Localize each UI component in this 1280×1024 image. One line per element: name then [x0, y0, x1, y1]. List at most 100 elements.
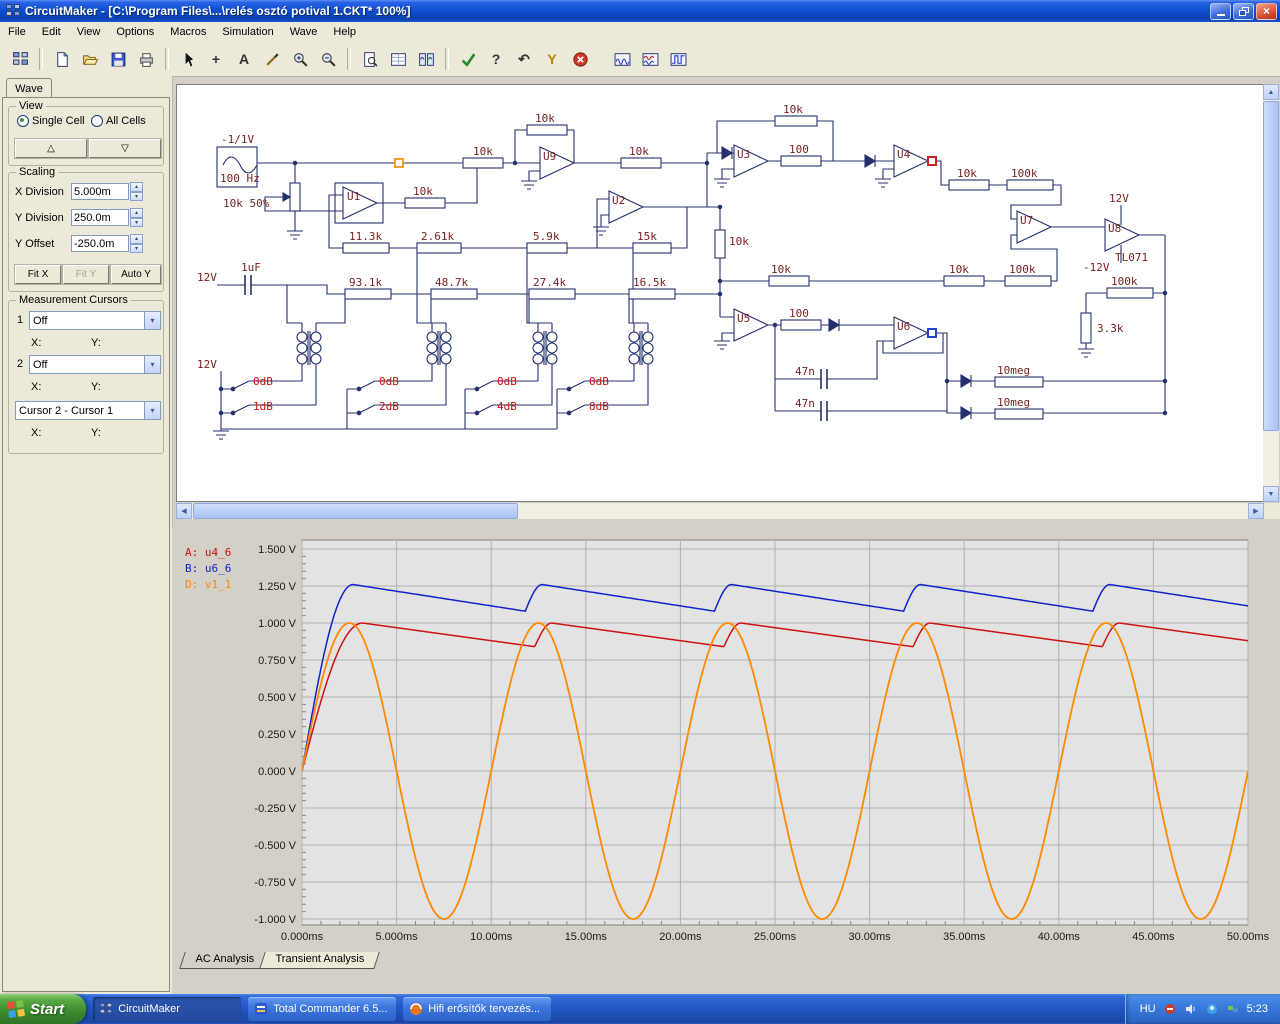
probe-node-d[interactable] [395, 159, 403, 167]
check-schematic-icon[interactable] [455, 46, 481, 72]
clock[interactable]: 5:23 [1247, 1003, 1268, 1015]
schematic-label: 16.5k [633, 276, 666, 289]
stop-simulation-icon[interactable] [567, 46, 593, 72]
x-division-stepper[interactable] [130, 182, 143, 201]
cell-down-button[interactable]: ▽ [89, 139, 161, 158]
spin-down-icon[interactable] [130, 218, 143, 228]
menu-item-help[interactable]: Help [325, 23, 364, 41]
chevron-down-icon[interactable] [144, 312, 160, 329]
cursor-2-select[interactable]: Off [29, 355, 161, 374]
x-division-input[interactable] [71, 183, 129, 200]
restore-button[interactable] [1233, 3, 1254, 20]
legend-series-b[interactable]: B: u6_6 [185, 562, 231, 575]
y-tick-label: 1.000 V [258, 618, 297, 630]
schematic-label: 15k [637, 230, 657, 243]
menu-item-simulation[interactable]: Simulation [214, 23, 281, 41]
y-tick-label: 1.500 V [258, 544, 297, 556]
taskbar-task-circuitmaker[interactable]: CircuitMaker [93, 997, 241, 1021]
scroll-up-icon[interactable]: ▲ [1263, 84, 1279, 100]
menu-item-options[interactable]: Options [108, 23, 162, 41]
data-display-icon[interactable] [385, 46, 411, 72]
y-offset-stepper[interactable] [130, 234, 143, 253]
menu-item-edit[interactable]: Edit [34, 23, 69, 41]
schematic-viewport[interactable]: -1/1V100 Hz10k 50%U110k10k10kU910kU2U310… [176, 84, 1264, 502]
scroll-left-icon[interactable]: ◀ [176, 503, 192, 519]
single-cell-radio[interactable]: Single Cell [17, 115, 85, 127]
wave-panel-tab[interactable]: Wave [6, 78, 52, 98]
spin-up-icon[interactable] [130, 182, 143, 192]
arrow-tool-icon[interactable] [175, 46, 201, 72]
spin-down-icon[interactable] [130, 244, 143, 254]
open-file-icon[interactable] [77, 46, 103, 72]
wire-tool-icon[interactable] [259, 46, 285, 72]
language-indicator[interactable]: HU [1140, 1003, 1156, 1015]
schematic-vertical-scrollbar[interactable]: ▲ ▼ [1263, 84, 1279, 502]
menu-item-file[interactable]: File [0, 23, 34, 41]
y-offset-input[interactable] [71, 235, 129, 252]
menu-item-macros[interactable]: Macros [162, 23, 214, 41]
waveform-plot[interactable]: 1.500 V1.250 V1.000 V0.750 V0.500 V0.250… [172, 528, 1280, 948]
cell-up-button[interactable]: △ [15, 139, 87, 158]
tab-ac-analysis[interactable]: AC Analysis [179, 952, 269, 969]
y-division-stepper[interactable] [130, 208, 143, 227]
multi-trace-scope-icon[interactable] [637, 46, 663, 72]
menu-item-wave[interactable]: Wave [282, 23, 326, 41]
tab-transient-analysis[interactable]: Transient Analysis [259, 952, 379, 969]
spin-down-icon[interactable] [130, 192, 143, 202]
split-view-icon[interactable] [413, 46, 439, 72]
network-icon[interactable] [1226, 1002, 1240, 1016]
y-division-input[interactable] [71, 209, 129, 226]
menu-item-view[interactable]: View [69, 23, 109, 41]
taskbar-task-browser[interactable]: Hifi erősítők tervezés... [403, 997, 551, 1021]
probe-node-a[interactable] [928, 157, 936, 165]
volume-icon[interactable] [1184, 1002, 1198, 1016]
alert-icon[interactable] [1163, 1002, 1177, 1016]
zoom-in-icon[interactable] [287, 46, 313, 72]
scroll-right-icon[interactable]: ▶ [1248, 503, 1264, 519]
horizontal-scroll-thumb[interactable] [193, 503, 518, 519]
auto-y-button[interactable]: Auto Y [111, 265, 161, 284]
probe-y-icon[interactable]: Y [539, 46, 565, 72]
legend-series-d[interactable]: D: v1_1 [185, 578, 231, 591]
schematic-horizontal-scrollbar[interactable]: ◀ ▶ [176, 503, 1264, 519]
all-cells-radio[interactable]: All Cells [91, 115, 146, 127]
start-button[interactable]: Start [0, 994, 86, 1024]
probe-node-b[interactable] [928, 329, 936, 337]
close-button[interactable]: × [1256, 3, 1277, 20]
schematic-canvas[interactable]: -1/1V100 Hz10k 50%U110k10k10kU910kU2U310… [177, 85, 1263, 501]
messenger-icon[interactable] [1205, 1002, 1219, 1016]
print-icon[interactable] [133, 46, 159, 72]
task-label: Total Commander 6.5... [273, 1003, 387, 1015]
chevron-down-icon[interactable] [144, 402, 160, 419]
chevron-down-icon[interactable] [144, 356, 160, 373]
taskbar-task-total-commander[interactable]: Total Commander 6.5... [248, 997, 396, 1021]
vertical-scroll-thumb[interactable] [1263, 101, 1279, 431]
x-tick-label: 50.00ms [1227, 931, 1270, 943]
help-icon[interactable]: ? [483, 46, 509, 72]
cursor-diff-select[interactable]: Cursor 2 - Cursor 1 [15, 401, 161, 420]
digital-scope-icon[interactable] [665, 46, 691, 72]
minimize-button[interactable] [1210, 3, 1231, 20]
spin-up-icon[interactable] [130, 234, 143, 244]
legend-series-a[interactable]: A: u4_6 [185, 546, 231, 559]
reset-simulation-icon[interactable]: ↶ [511, 46, 537, 72]
text-tool-icon[interactable]: A [231, 46, 257, 72]
analog-scope-icon[interactable] [609, 46, 635, 72]
place-part-icon[interactable]: + [203, 46, 229, 72]
close-icon: × [1263, 5, 1270, 17]
netlist-icon[interactable] [357, 46, 383, 72]
y-tick-label: -0.250 V [254, 803, 296, 815]
spin-up-icon[interactable] [130, 208, 143, 218]
parts-browser-icon[interactable] [7, 46, 33, 72]
scroll-down-icon[interactable]: ▼ [1263, 486, 1279, 502]
schematic-label: U5 [737, 312, 750, 325]
cursor-1-select[interactable]: Off [29, 311, 161, 330]
save-file-icon[interactable] [105, 46, 131, 72]
fit-x-button[interactable]: Fit X [15, 265, 61, 284]
title-bar[interactable]: CircuitMaker - [C:\Program Files\...\rel… [0, 0, 1280, 22]
new-file-icon[interactable] [49, 46, 75, 72]
toolbar-separator [39, 48, 43, 70]
zoom-window-icon[interactable] [315, 46, 341, 72]
schematic-label: 0dB [497, 375, 517, 388]
fit-y-button[interactable]: Fit Y [63, 265, 109, 284]
